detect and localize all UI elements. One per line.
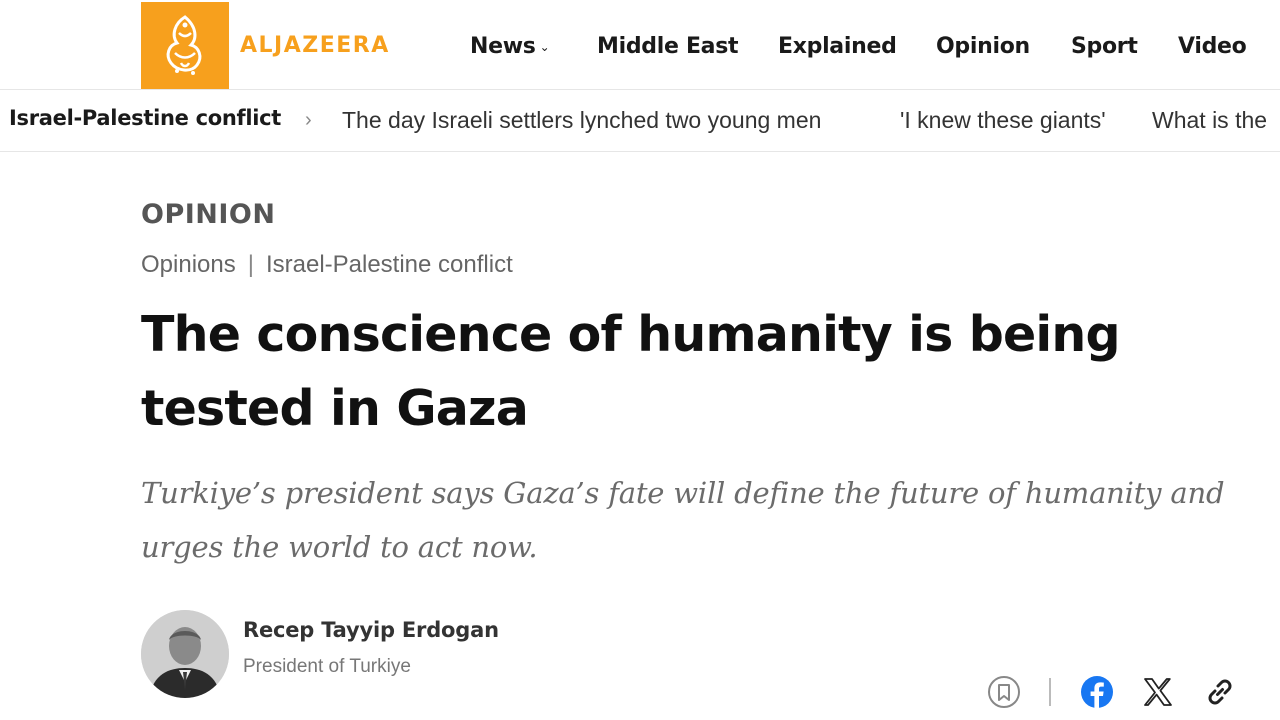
- facebook-icon[interactable]: [1079, 674, 1115, 710]
- article-kicker: OPINION: [141, 199, 276, 230]
- x-icon[interactable]: [1140, 674, 1176, 710]
- trending-link[interactable]: What is the: [1152, 107, 1267, 134]
- author-avatar[interactable]: [141, 610, 229, 698]
- breadcrumb-separator: |: [247, 251, 254, 278]
- author-portrait-icon: [141, 610, 229, 698]
- trending-topic[interactable]: Israel-Palestine conflict: [9, 106, 281, 130]
- calligraphy-logo-icon: [166, 14, 202, 75]
- trending-link[interactable]: The day Israeli settlers lynched two you…: [342, 107, 821, 134]
- article-headline: The conscience of humanity is being test…: [141, 306, 1121, 437]
- chevron-down-icon: ⌄: [539, 40, 550, 54]
- article-dek: Turkiye’s president says Gaza’s fate wil…: [141, 476, 1225, 564]
- nav-item-video[interactable]: Video: [1178, 28, 1247, 64]
- breadcrumb-link-opinions[interactable]: Opinions: [141, 251, 236, 278]
- nav-item-opinion[interactable]: Opinion: [936, 28, 1030, 64]
- author-role: President of Turkiye: [243, 656, 411, 677]
- trending-bar: Israel-Palestine conflict › The day Isra…: [0, 92, 1280, 152]
- brand-wordmark[interactable]: ALJAZEERA: [240, 33, 390, 58]
- nav-item-explained[interactable]: Explained: [778, 28, 897, 64]
- site-header: ALJAZEERA News ⌄ Middle East Explained O…: [0, 0, 1280, 90]
- breadcrumb: Opinions | Israel-Palestine conflict: [141, 251, 513, 279]
- nav-item-middle-east[interactable]: Middle East: [597, 28, 739, 64]
- nav-item-news[interactable]: News ⌄: [470, 28, 550, 64]
- link-icon[interactable]: [1202, 674, 1238, 710]
- aljazeera-logo[interactable]: [141, 2, 229, 89]
- nav-item-sport[interactable]: Sport: [1071, 28, 1138, 64]
- chevron-right-icon: ›: [305, 109, 312, 131]
- share-divider: [1049, 678, 1051, 706]
- nav-item-label: News: [470, 33, 536, 59]
- author-name[interactable]: Recep Tayyip Erdogan: [243, 618, 499, 642]
- trending-link[interactable]: 'I knew these giants': [900, 107, 1106, 134]
- save-icon[interactable]: [986, 674, 1022, 710]
- breadcrumb-link-topic[interactable]: Israel-Palestine conflict: [266, 251, 513, 278]
